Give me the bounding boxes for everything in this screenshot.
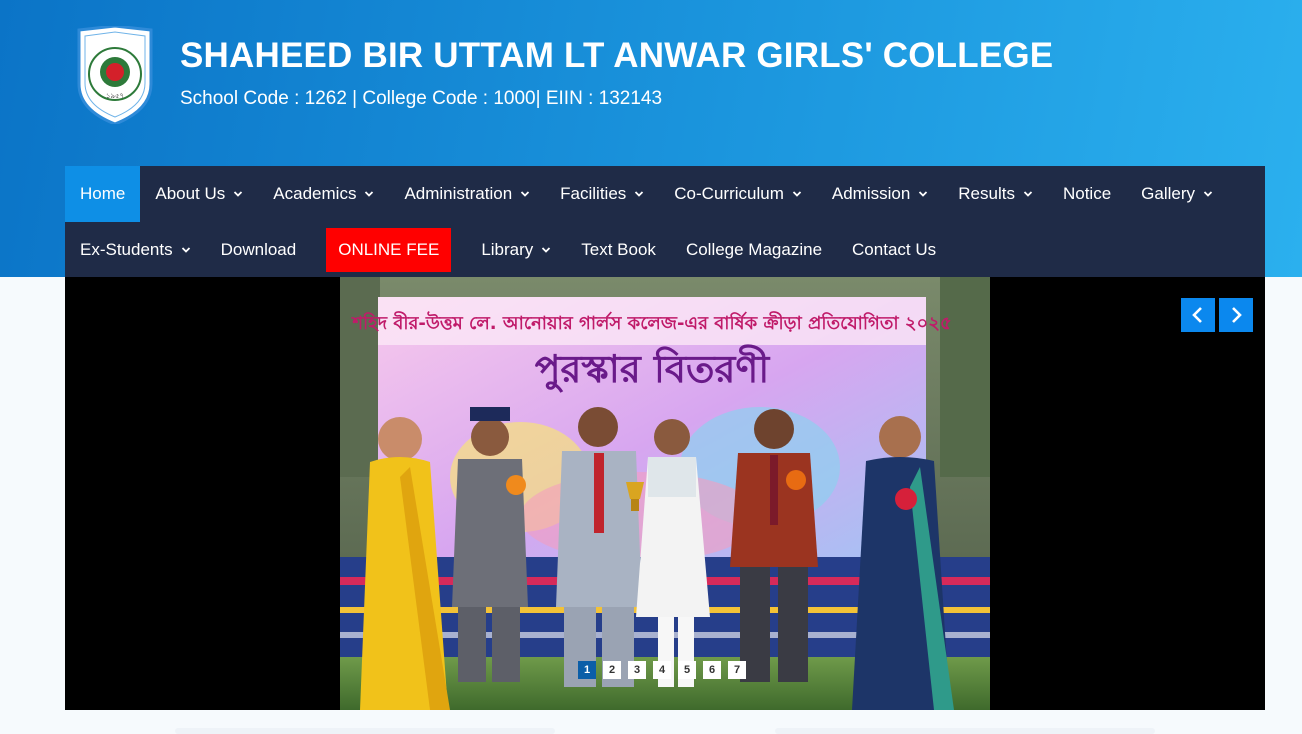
slider-page-4[interactable]: 4	[653, 661, 671, 679]
site-title[interactable]: SHAHEED BIR UTTAM LT ANWAR GIRLS' COLLEG…	[180, 36, 1053, 76]
logo-year: ১৯৫৭	[106, 92, 124, 100]
slider-page-6[interactable]: 6	[703, 661, 721, 679]
nav-item-label: Admission	[831, 184, 911, 203]
nav-item-academics[interactable]: Academics	[258, 166, 389, 222]
nav-item-gallery[interactable]: Gallery	[1126, 166, 1228, 222]
chevron-down-icon	[365, 191, 374, 197]
nav-item-label: Academics	[273, 184, 357, 203]
nav-item-label: Notice	[1062, 184, 1112, 203]
chevron-down-icon	[234, 191, 243, 197]
nav-item-label: College Magazine	[685, 239, 823, 259]
nav-item-label: Gallery	[1141, 184, 1196, 203]
nav-item-about-us[interactable]: About Us	[140, 166, 258, 222]
nav-item-label: Home	[80, 184, 126, 203]
nav-item-label: Administration	[404, 184, 513, 203]
nav-item-library[interactable]: Library	[466, 222, 566, 277]
banner-line-1: শহিদ বীর-উত্তম লে. আনোয়ার গার্লস কলেজ-এ…	[350, 311, 951, 334]
nav-item-text-book[interactable]: Text Book	[566, 222, 671, 277]
slider-page-1[interactable]: 1	[578, 661, 596, 679]
nav-item-label: Ex-Students	[80, 239, 173, 259]
nav-item-label: Download	[220, 239, 297, 259]
nav-item-label: Library	[481, 239, 534, 259]
nav-item-administration[interactable]: Administration	[389, 166, 545, 222]
chevron-down-icon	[792, 191, 801, 197]
slider-page-7[interactable]: 7	[728, 661, 746, 679]
college-crest-icon[interactable]: ১৯৫৭	[77, 26, 153, 124]
institution-codes: School Code : 1262 | College Code : 1000…	[180, 88, 663, 109]
chevron-left-icon	[1192, 307, 1202, 323]
nav-item-label: Co-Curriculum	[674, 184, 784, 203]
nav-item-online-fee[interactable]: ONLINE FEE	[326, 227, 452, 272]
content-card-edge	[175, 728, 555, 734]
nav-item-home[interactable]: Home	[65, 166, 141, 222]
nav-row-1: Home About Us Academics Administration F…	[65, 166, 1228, 222]
chevron-down-icon	[919, 191, 928, 197]
chevron-down-icon	[635, 191, 644, 197]
nav-row-2: Ex-Students Download ONLINE FEE Library …	[65, 222, 951, 277]
slide-photo: শহিদ বীর-উত্তম লে. আনোয়ার গার্লস কলেজ-এ…	[340, 277, 990, 710]
chevron-right-icon	[1232, 307, 1242, 323]
banner-line-2: পুরস্কার বিতরণী	[535, 344, 771, 394]
prize-giving-photo: শহিদ বীর-উত্তম লে. আনোয়ার গার্লস কলেজ-এ…	[340, 277, 990, 710]
slider-page-5[interactable]: 5	[678, 661, 696, 679]
chevron-down-icon	[181, 246, 190, 253]
nav-item-contact-us[interactable]: Contact Us	[837, 222, 951, 277]
nav-item-download[interactable]: Download	[206, 222, 312, 277]
nav-item-college-magazine[interactable]: College Magazine	[671, 222, 837, 277]
nav-item-admission[interactable]: Admission	[817, 166, 943, 222]
slider-page-3[interactable]: 3	[628, 661, 646, 679]
nav-item-co-curriculum[interactable]: Co-Curriculum	[659, 166, 817, 222]
main-nav: Home About Us Academics Administration F…	[65, 166, 1265, 277]
image-slider[interactable]: শহিদ বীর-উত্তম লে. আনোয়ার গার্লস কলেজ-এ…	[65, 277, 1265, 710]
slider-next-button[interactable]	[1219, 298, 1253, 332]
nav-item-results[interactable]: Results	[943, 166, 1048, 222]
nav-item-label: Results	[958, 184, 1015, 203]
nav-item-label: ONLINE FEE	[338, 239, 440, 259]
slider-page-2[interactable]: 2	[603, 661, 621, 679]
nav-item-label: Text Book	[581, 239, 656, 259]
nav-item-label: Contact Us	[852, 239, 937, 259]
nav-item-ex-students[interactable]: Ex-Students	[65, 222, 206, 277]
nav-item-facilities[interactable]: Facilities	[545, 166, 659, 222]
nav-item-label: About Us	[155, 184, 226, 203]
chevron-down-icon	[521, 191, 530, 197]
chevron-down-icon	[1203, 191, 1213, 197]
slider-pagination: 1 2 3 4 5 6 7	[578, 661, 746, 679]
chevron-down-icon	[542, 246, 551, 253]
slider-prev-button[interactable]	[1181, 298, 1215, 332]
content-card-edge	[775, 728, 1155, 734]
nav-item-notice[interactable]: Notice	[1048, 166, 1126, 222]
nav-item-label: Facilities	[560, 184, 627, 203]
chevron-down-icon	[1023, 191, 1033, 197]
